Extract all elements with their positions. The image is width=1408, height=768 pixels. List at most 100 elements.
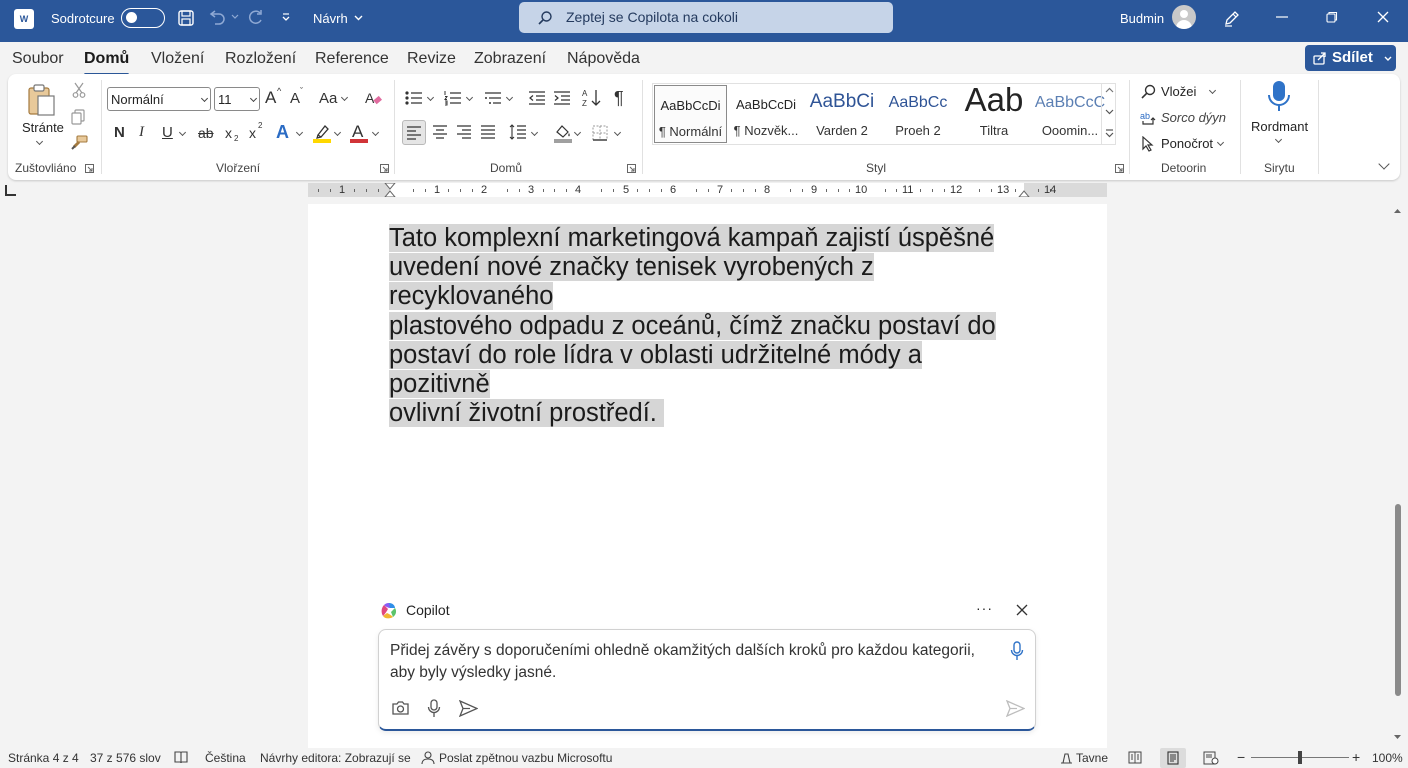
line-spacing-icon[interactable] [509,124,527,140]
read-mode-icon[interactable] [1128,751,1142,764]
italic-button[interactable]: I [139,124,144,141]
styles-more-icon[interactable] [1105,129,1114,138]
bullets-icon[interactable] [405,90,423,106]
voice-input-icon[interactable] [1010,641,1024,661]
style-heading-2[interactable]: AaBbCc Proeh 2 [881,85,955,143]
tab-file[interactable]: Soubor [12,50,64,68]
focus-mode[interactable]: Tavne [1076,751,1108,765]
text-effects-button[interactable]: A [276,122,289,143]
format-painter-icon[interactable] [70,135,88,151]
styles-up-icon[interactable] [1105,87,1114,93]
underline-button[interactable]: U [162,124,173,141]
scroll-down-icon[interactable] [1393,734,1402,740]
style-normal[interactable]: AaBbCcDi ¶ Normální [654,85,727,143]
close-icon[interactable] [1377,11,1389,23]
multilevel-list-icon[interactable] [484,90,502,106]
zoom-slider-thumb[interactable] [1298,751,1302,764]
proofing-book-icon[interactable] [174,751,188,764]
style-no-spacing[interactable]: AaBbCcDi ¶ Nozvěk... [729,85,803,143]
vertical-scrollbar[interactable] [1390,204,1404,748]
replace-button[interactable]: ab Sorco dýyn [1140,108,1230,128]
undo-dropdown-icon[interactable] [231,14,239,20]
superscript-button[interactable]: x [249,125,256,141]
highlight-icon[interactable] [313,123,331,143]
clear-formatting-icon[interactable]: A [364,89,383,107]
tab-review[interactable]: Revize [407,50,456,68]
share-button[interactable]: Sdílet [1305,45,1396,71]
customize-qat-icon[interactable] [281,13,291,23]
shading-icon[interactable] [554,123,572,143]
justify-icon[interactable] [480,125,496,139]
tab-insert[interactable]: Vložení [151,50,204,68]
style-subtitle[interactable]: AaBbCcC Ooomin... [1033,85,1107,143]
undo-icon[interactable] [207,9,227,27]
text-line[interactable]: postaví do role lídra v oblasti udržitel… [389,340,922,399]
pen-icon[interactable] [1222,8,1242,28]
scrollbar-thumb[interactable] [1395,504,1401,696]
page-count[interactable]: Stránka 4 z 4 [8,751,79,765]
tab-help[interactable]: Nápověda [567,50,640,68]
ruler[interactable]: 1 1 2 3 4 5 6 7 8 9 10 11 12 13 14 [308,183,1107,197]
collapse-ribbon-icon[interactable] [1378,158,1390,170]
dictate-button[interactable]: Rordmant [1248,80,1310,156]
more-options-button[interactable]: ··· [976,600,993,616]
find-button[interactable]: Vložei [1140,82,1220,102]
change-case-button[interactable]: Aa [319,90,337,107]
focus-icon[interactable] [1059,751,1074,765]
send-icon[interactable] [1006,700,1025,717]
document-body[interactable]: Tato komplexní marketingová kampaň zajis… [389,224,1029,428]
bold-button[interactable]: N [114,124,125,141]
cut-icon[interactable] [72,82,86,98]
copy-icon[interactable] [70,109,86,125]
numbering-icon[interactable] [444,90,462,106]
paste-button[interactable]: Stránte [20,82,64,154]
subscript-button[interactable]: x [225,125,232,141]
zoom-in-button[interactable]: + [1352,749,1360,765]
autosave-toggle[interactable] [121,8,165,28]
copilot-close-icon[interactable] [1016,604,1028,616]
strikethrough-button[interactable]: ab [198,125,214,141]
text-line[interactable]: ovlivní životní prostředí. [389,399,664,428]
select-button[interactable]: Ponočrot [1140,134,1230,154]
tab-view[interactable]: Zobrazení [474,50,546,68]
minimize-icon[interactable] [1276,16,1288,18]
camera-icon[interactable] [391,700,410,716]
text-line[interactable]: uvedení nové značky tenisek vyrobených z… [389,253,874,311]
tab-home[interactable]: Domů [84,50,130,76]
restore-icon[interactable] [1326,11,1338,23]
tab-selector[interactable] [5,185,16,196]
sort-icon[interactable]: AZ [582,88,602,108]
shrink-font-button[interactable]: A [290,90,300,107]
style-heading-1[interactable]: AaBbCi Varden 2 [805,85,879,143]
copilot-prompt-input[interactable]: Přidej závěry s doporučeními ohledně oka… [390,640,990,684]
document-name[interactable]: Návrh [313,11,348,26]
zoom-level[interactable]: 100% [1372,751,1403,765]
align-right-icon[interactable] [456,125,472,139]
search-box[interactable]: Zeptej se Copilota na cokoli [519,2,893,33]
send-prompt-icon[interactable] [459,700,478,717]
font-name-combo[interactable]: Normální [107,87,211,111]
doc-name-chevron-icon[interactable] [354,15,363,21]
styles-down-icon[interactable] [1105,109,1114,115]
editor-suggestions[interactable]: Návrhy editora: Zobrazují se [260,751,411,765]
font-size-combo[interactable]: 11 [214,87,260,111]
microphone-icon[interactable] [427,699,441,718]
scroll-up-icon[interactable] [1393,208,1402,214]
text-line[interactable]: Tato komplexní marketingová kampaň zajis… [389,224,995,252]
web-layout-icon[interactable] [1203,751,1219,765]
copilot-prompt-box[interactable]: Přidej závěry s doporučeními ohledně oka… [378,629,1036,731]
grow-font-button[interactable]: A [265,88,276,108]
paragraph-launcher-icon[interactable] [627,164,636,173]
increase-indent-icon[interactable] [553,90,571,106]
user-name[interactable]: Budmin [1120,11,1164,26]
style-title[interactable]: Aab Tiltra [957,81,1031,143]
feedback-person-icon[interactable] [421,751,435,765]
avatar[interactable] [1172,5,1196,29]
font-launcher-icon[interactable] [380,164,389,173]
align-left-button[interactable] [402,120,426,145]
language[interactable]: Čeština [205,751,246,765]
align-center-icon[interactable] [432,125,448,139]
zoom-out-button[interactable]: − [1237,749,1245,765]
redo-icon[interactable] [246,9,266,27]
borders-icon[interactable] [592,125,608,141]
